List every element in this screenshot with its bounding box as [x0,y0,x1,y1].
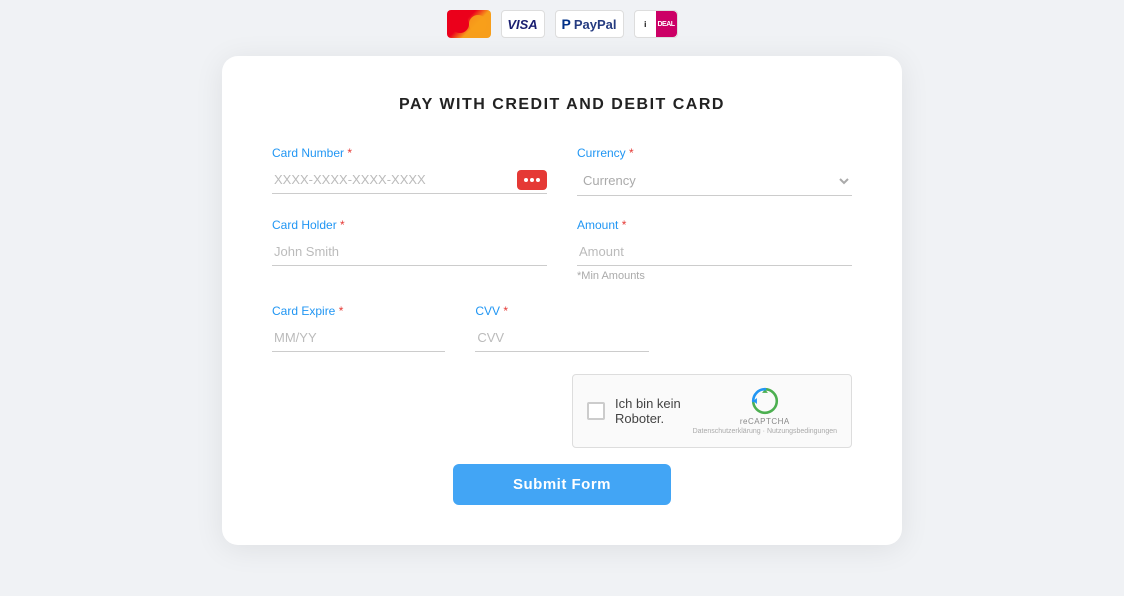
cvv-label: CVV * [475,304,648,318]
card-number-group: Card Number * [272,146,547,196]
currency-group: Currency * Currency EUR USD GBP [577,146,852,196]
card-holder-group: Card Holder * [272,218,547,282]
card-type-badge [517,170,547,190]
ideal-icon: i DEAL [634,10,678,38]
mastercard-icon [447,10,491,38]
amount-label: Amount * [577,218,852,232]
recaptcha-icon [751,387,779,415]
visa-icon: VISA [501,10,545,38]
currency-select[interactable]: Currency EUR USD GBP [577,166,852,196]
captcha-logo: reCAPTCHA Datenschutzerklärung · Nutzung… [693,387,837,435]
captcha-checkbox[interactable] [587,402,605,420]
currency-label: Currency * [577,146,852,160]
card-number-input[interactable] [272,166,547,194]
empty-group [679,304,852,352]
captcha-row: Ich bin kein Roboter. reCAPTCHA Datensch… [272,374,852,448]
form-title: PAY WITH CREDIT AND DEBIT CARD [272,96,852,114]
card-expire-group: Card Expire * [272,304,445,352]
row-holder-amount: Card Holder * Amount * *Min Amounts [272,218,852,282]
amount-group: Amount * *Min Amounts [577,218,852,282]
card-expire-label: Card Expire * [272,304,445,318]
submit-button[interactable]: Submit Form [453,464,671,505]
card-expire-input[interactable] [272,324,445,352]
captcha-label: Ich bin kein Roboter. [615,396,683,426]
payment-icons-row: VISA P PayPal i DEAL [447,10,678,38]
row-card-number-currency: Card Number * Currency * Cur [272,146,852,196]
recaptcha-brand: reCAPTCHA [740,417,790,426]
cvv-input[interactable] [475,324,648,352]
captcha-box: Ich bin kein Roboter. reCAPTCHA Datensch… [572,374,852,448]
cvv-group: CVV * [475,304,648,352]
min-amounts-note: *Min Amounts [577,270,852,282]
captcha-links: Datenschutzerklärung · Nutzungsbedingung… [693,428,837,435]
card-number-wrapper [272,166,547,194]
card-holder-input[interactable] [272,238,547,266]
row-expire-cvv: Card Expire * CVV * [272,304,852,352]
amount-input[interactable] [577,238,852,266]
card-form-container: PAY WITH CREDIT AND DEBIT CARD Card Numb… [222,56,902,545]
paypal-icon: P PayPal [555,10,624,38]
card-number-label: Card Number * [272,146,547,160]
card-holder-label: Card Holder * [272,218,547,232]
submit-row: Submit Form [272,464,852,505]
